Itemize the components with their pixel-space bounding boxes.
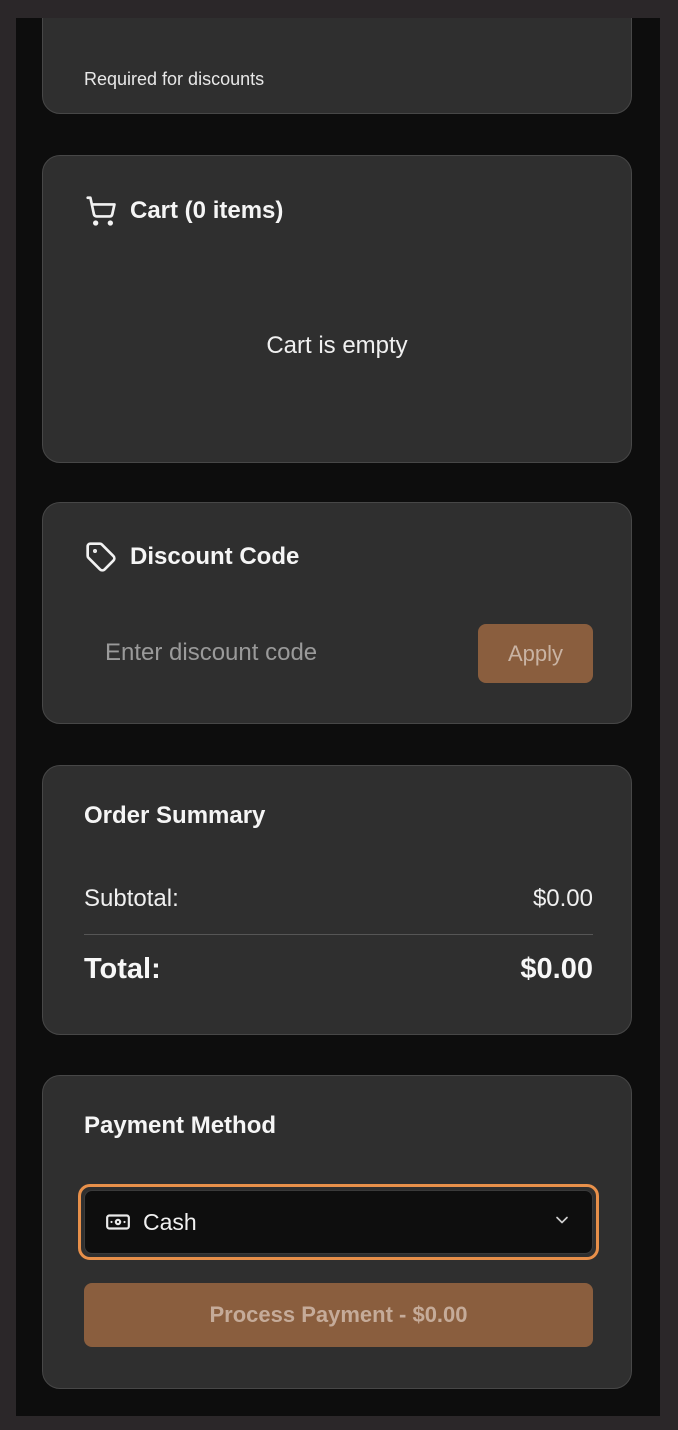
chevron-down-icon (552, 1210, 572, 1235)
total-value: $0.00 (520, 953, 593, 985)
checkout-panel: Required for discounts Cart (0 items) Ca… (16, 18, 660, 1416)
discount-code-input[interactable] (84, 624, 464, 682)
order-summary-card: Order Summary Subtotal: $0.00 Total: $0.… (42, 765, 632, 1035)
subtotal-label: Subtotal: (84, 885, 179, 912)
cart-empty-message: Cart is empty (266, 332, 408, 359)
order-summary-title: Order Summary (84, 802, 266, 829)
payment-method-card: Payment Method Cash Process Payment - $0… (42, 1075, 632, 1389)
discount-title: Discount Code (130, 543, 300, 570)
process-payment-button[interactable]: Process Payment - $0.00 (84, 1283, 593, 1347)
total-label: Total: (84, 953, 161, 985)
summary-divider (84, 934, 593, 935)
subtotal-row: Subtotal: $0.00 (84, 885, 593, 913)
cart-icon (84, 194, 118, 228)
discount-header: Discount Code (84, 540, 299, 574)
customer-hint: Required for discounts (84, 69, 265, 89)
subtotal-value: $0.00 (532, 885, 593, 912)
customer-card: Required for discounts (42, 18, 632, 114)
payment-method-value: Cash (143, 1208, 197, 1235)
payment-method-title: Payment Method (84, 1112, 277, 1139)
payment-method-select[interactable]: Cash (84, 1190, 593, 1254)
total-row: Total: $0.00 (84, 953, 593, 986)
cart-header: Cart (0 items) (84, 194, 283, 228)
discount-card: Discount Code Apply (42, 502, 632, 724)
apply-button[interactable]: Apply (478, 624, 593, 683)
cart-title: Cart (0 items) (130, 197, 284, 224)
payment-method-select-focus-ring: Cash (78, 1184, 599, 1260)
cash-icon (105, 1209, 131, 1235)
cart-card: Cart (0 items) Cart is empty (42, 155, 632, 463)
tag-icon (84, 540, 118, 574)
